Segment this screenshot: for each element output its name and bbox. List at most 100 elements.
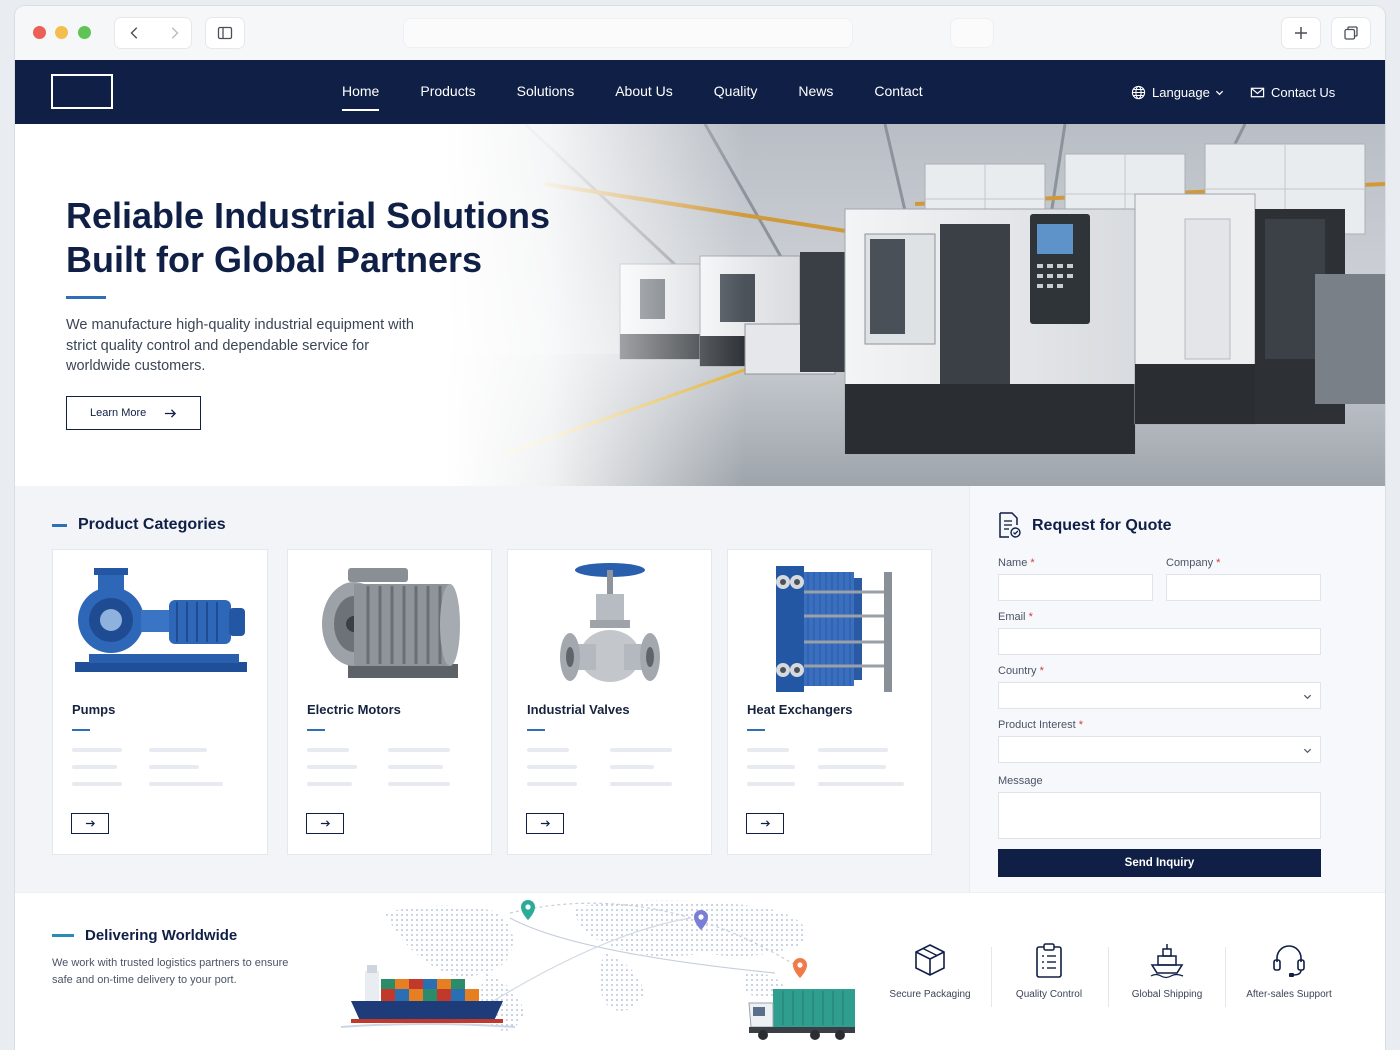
message-textarea[interactable]	[998, 792, 1321, 839]
chevron-down-icon	[1303, 748, 1312, 754]
arrow-right-icon	[540, 820, 550, 827]
company-field[interactable]	[1166, 574, 1321, 601]
send-inquiry-button[interactable]: Send Inquiry	[998, 849, 1321, 877]
close-window-button[interactable]	[33, 26, 46, 39]
placeholder-line	[818, 765, 886, 769]
quote-heading: Request for Quote	[998, 512, 1172, 539]
required-mark: *	[1216, 557, 1221, 569]
placeholder-line	[527, 782, 577, 786]
delivering-worldwide-text: We work with trusted logistics partners …	[52, 957, 289, 986]
electric-motors-arrow-button[interactable]	[306, 813, 344, 834]
feature-label: Secure Packaging	[889, 989, 971, 1000]
nav-quality[interactable]: Quality	[714, 60, 758, 124]
heading-accent-bar	[52, 934, 74, 937]
delivering-worldwide-section: Delivering Worldwide We work with truste…	[15, 892, 1385, 1050]
electric-motor-image	[322, 568, 460, 678]
feature-label: After-sales Support	[1246, 989, 1332, 1000]
hero-title-line-2: Built for Global Partners	[66, 239, 483, 280]
header-contact-link[interactable]: Contact Us	[1250, 60, 1335, 124]
nav-contact[interactable]: Contact	[874, 60, 922, 124]
feature-divider	[1225, 947, 1226, 1007]
name-field[interactable]	[998, 574, 1153, 601]
category-title: Pumps	[72, 702, 116, 717]
forward-button[interactable]	[154, 18, 193, 48]
hero-image-fade	[445, 124, 745, 486]
placeholder-line	[747, 748, 789, 752]
ship-icon	[1150, 944, 1184, 979]
arrow-right-icon	[760, 820, 770, 827]
address-bar-extension[interactable]	[950, 18, 994, 48]
world-map-logistics-illustration	[340, 900, 855, 1040]
document-icon	[999, 512, 1021, 538]
company-label: Company *	[1166, 557, 1220, 569]
back-button[interactable]	[115, 18, 154, 48]
placeholder-line	[388, 748, 450, 752]
clipboard-checklist-icon	[1036, 943, 1062, 978]
nav-solutions[interactable]: Solutions	[517, 60, 575, 124]
placeholder-line	[307, 765, 357, 769]
logo[interactable]	[51, 74, 113, 109]
sidebar-toggle-button[interactable]	[205, 17, 245, 49]
hero-description: We manufacture high-quality industrial e…	[66, 317, 414, 374]
nav-home[interactable]: Home	[342, 60, 380, 124]
category-title: Electric Motors	[307, 702, 401, 717]
pumps-arrow-button[interactable]	[71, 813, 109, 834]
message-label: Message	[998, 775, 1043, 787]
required-mark: *	[1039, 665, 1044, 677]
category-title: Heat Exchangers	[747, 702, 853, 717]
pump-image	[75, 568, 247, 672]
placeholder-line	[747, 782, 795, 786]
orange-location-pin	[793, 958, 807, 978]
feature-label: Quality Control	[1015, 989, 1083, 1000]
placeholder-line	[610, 748, 672, 752]
placeholder-line	[72, 782, 122, 786]
placeholder-line	[149, 748, 207, 752]
new-tab-button[interactable]	[1281, 17, 1321, 49]
tab-overview-button[interactable]	[1331, 17, 1371, 49]
product-categories-section: Product Categories Pumps Electric Motors…	[15, 486, 969, 892]
nav-products[interactable]: Products	[420, 60, 475, 124]
product-interest-label: Product Interest *	[998, 719, 1083, 731]
hero-section: Reliable Industrial Solutions Built for …	[15, 124, 1385, 486]
delivering-worldwide-title: Delivering Worldwide	[85, 927, 238, 944]
category-card-heat-exchangers[interactable]: Heat Exchangers	[727, 549, 932, 855]
maximize-window-button[interactable]	[78, 26, 91, 39]
language-label: Language	[1152, 84, 1210, 100]
nav-about-us[interactable]: About Us	[615, 60, 673, 124]
learn-more-button[interactable]: Learn More	[66, 396, 201, 430]
required-mark: *	[1078, 719, 1083, 731]
required-mark: *	[1030, 557, 1035, 569]
plate-heat-exchanger-image	[776, 566, 892, 692]
language-selector[interactable]: Language	[1131, 60, 1224, 124]
teal-location-pin	[521, 900, 535, 920]
product-interest-select[interactable]	[998, 736, 1321, 763]
category-card-industrial-valves[interactable]: Industrial Valves	[507, 549, 712, 855]
name-label-text: Name	[998, 557, 1028, 569]
browser-window: Home Products Solutions About Us Quality…	[15, 6, 1385, 1050]
category-card-pumps[interactable]: Pumps	[52, 549, 268, 855]
address-bar[interactable]	[403, 18, 853, 48]
email-label-text: Email	[998, 611, 1026, 623]
category-accent-rule	[527, 729, 545, 731]
product-categories-title: Product Categories	[78, 516, 226, 533]
minimize-window-button[interactable]	[55, 26, 68, 39]
learn-more-label: Learn More	[90, 407, 147, 419]
delivering-worldwide-heading: Delivering Worldwide	[52, 927, 237, 944]
hero-title-line-1: Reliable Industrial Solutions	[66, 195, 551, 236]
plus-icon	[1295, 27, 1307, 39]
product-categories-heading: Product Categories	[52, 516, 226, 534]
heading-accent-bar	[52, 523, 67, 527]
nav-news[interactable]: News	[798, 60, 833, 124]
country-select[interactable]	[998, 682, 1321, 709]
placeholder-line	[527, 765, 577, 769]
placeholder-line	[818, 748, 888, 752]
heat-exchangers-arrow-button[interactable]	[746, 813, 784, 834]
category-card-electric-motors[interactable]: Electric Motors	[287, 549, 492, 855]
history-buttons	[114, 17, 192, 49]
feature-quality-control: Quality Control	[991, 941, 1107, 1000]
arrow-right-icon	[85, 820, 95, 827]
product-interest-label-text: Product Interest	[998, 719, 1076, 731]
email-field[interactable]	[998, 628, 1321, 655]
request-quote-form: Request for Quote Name * Company * Email…	[969, 486, 1385, 892]
industrial-valves-arrow-button[interactable]	[526, 813, 564, 834]
